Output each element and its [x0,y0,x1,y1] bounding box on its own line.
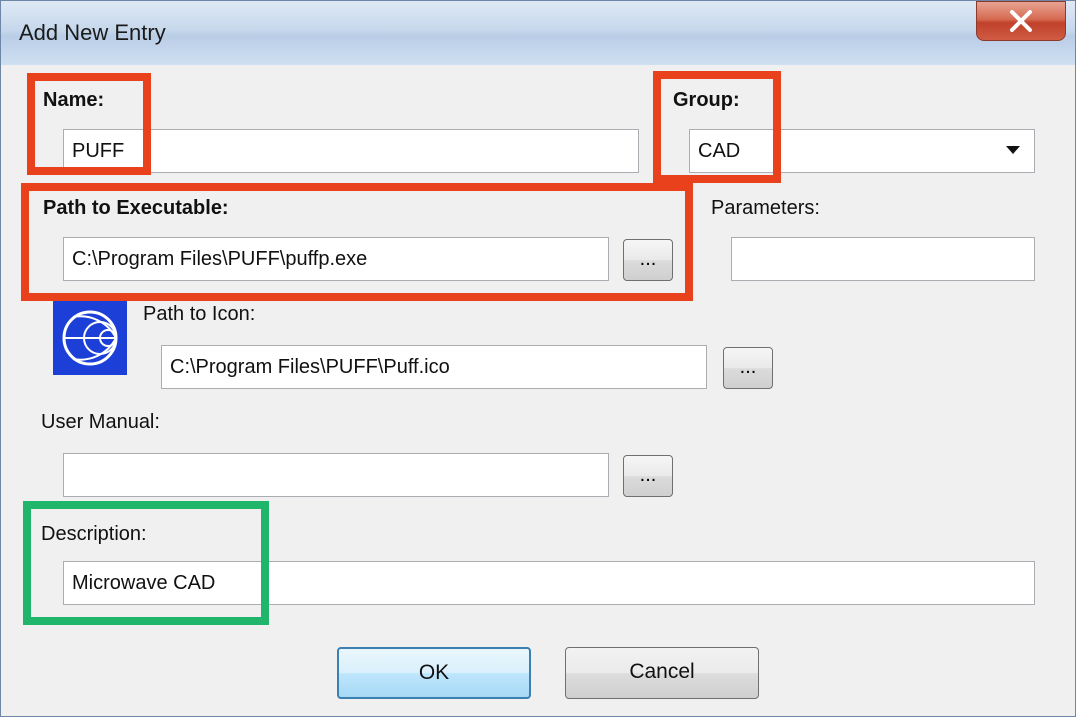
window-title: Add New Entry [19,20,166,45]
dialog-body: Name: PUFF Group: CAD Path to Executable… [9,67,1067,712]
smith-chart-icon [53,301,127,375]
cancel-button[interactable]: Cancel [565,647,759,699]
parameters-label: Parameters: [711,197,820,219]
group-label: Group: [673,89,740,111]
browse-icon-button[interactable]: ... [723,347,773,389]
name-input[interactable]: PUFF [63,129,639,173]
title-bar[interactable]: Add New Entry [1,1,1075,65]
user-manual-label: User Manual: [41,411,160,433]
add-new-entry-dialog: Add New Entry Name: PUFF Group: CAD Path… [0,0,1076,717]
ok-button[interactable]: OK [337,647,531,699]
chevron-down-icon[interactable] [1006,146,1020,154]
name-label: Name: [43,89,105,111]
close-button[interactable] [976,1,1066,41]
close-icon [1010,10,1032,32]
group-select[interactable]: CAD [689,129,1035,173]
path-exe-input[interactable]: C:\Program Files\PUFF\puffp.exe [63,237,609,281]
path-icon-input[interactable]: C:\Program Files\PUFF\Puff.ico [161,345,707,389]
browse-exe-button[interactable]: ... [623,239,673,281]
user-manual-input[interactable] [63,453,609,497]
browse-manual-button[interactable]: ... [623,455,673,497]
parameters-input[interactable] [731,237,1035,281]
group-select-value: CAD [698,140,741,162]
description-input[interactable]: Microwave CAD [63,561,1035,605]
description-label: Description: [41,523,147,545]
path-exe-label: Path to Executable: [43,197,229,219]
path-icon-label: Path to Icon: [143,303,256,325]
